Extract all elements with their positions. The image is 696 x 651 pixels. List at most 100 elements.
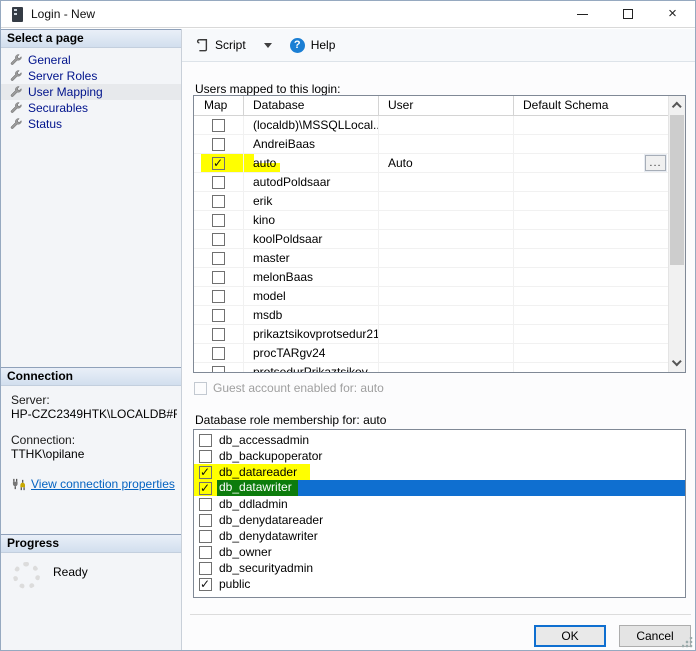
map-checkbox[interactable]	[212, 309, 225, 322]
sidebar-item-label: User Mapping	[28, 85, 103, 99]
user-cell	[379, 173, 514, 191]
column-header-map[interactable]: Map	[194, 96, 244, 115]
role-item-db_securityadmin[interactable]: db_securityadmin	[194, 560, 685, 576]
role-checkbox[interactable]	[199, 450, 212, 463]
scroll-down-button[interactable]	[669, 355, 685, 372]
connection-header: Connection	[1, 367, 181, 386]
resize-grip[interactable]	[682, 637, 693, 648]
role-checkbox[interactable]	[199, 546, 212, 559]
sidebar-item-server-roles[interactable]: Server Roles	[1, 68, 181, 84]
map-checkbox[interactable]	[212, 328, 225, 341]
role-checkbox[interactable]	[199, 482, 212, 495]
minimize-icon	[577, 14, 588, 15]
map-checkbox[interactable]	[212, 290, 225, 303]
browse-button[interactable]: ...	[645, 155, 666, 171]
sidebar-item-general[interactable]: General	[1, 52, 181, 68]
user-cell	[379, 211, 514, 229]
sidebar-item-status[interactable]: Status	[1, 116, 181, 132]
table-row[interactable]: procTARgv24	[194, 344, 668, 363]
table-row[interactable]: master	[194, 249, 668, 268]
role-item-public[interactable]: public	[194, 576, 685, 592]
window-title: Login - New	[31, 7, 95, 21]
user-cell	[379, 306, 514, 324]
connection-properties-icon	[11, 478, 26, 491]
role-checkbox[interactable]	[199, 466, 212, 479]
table-row[interactable]: koolPoldsaar	[194, 230, 668, 249]
table-row[interactable]: melonBaas	[194, 268, 668, 287]
role-item-db_denydatawriter[interactable]: db_denydatawriter	[194, 528, 685, 544]
table-row[interactable]: (localdb)\MSSQLLocal...	[194, 116, 668, 135]
main-pane: Script ? Help Users mapped to this login…	[181, 29, 695, 650]
help-button[interactable]: ? Help	[286, 35, 340, 56]
scroll-up-button[interactable]	[669, 96, 685, 113]
user-mapping-table: Map Database User Default Schema (locald…	[193, 95, 686, 373]
table-row[interactable]: protsedurPrikaztsikov	[194, 363, 668, 372]
table-body: (localdb)\MSSQLLocal... AndreiBaas auto …	[194, 116, 668, 372]
column-header-database[interactable]: Database	[244, 96, 379, 115]
progress-status: Ready	[53, 565, 88, 579]
column-header-user[interactable]: User	[379, 96, 514, 115]
role-item-db_denydatareader[interactable]: db_denydatareader	[194, 512, 685, 528]
table-scrollbar[interactable]	[668, 96, 685, 372]
close-button[interactable]: ×	[650, 1, 695, 27]
column-header-default-schema[interactable]: Default Schema	[514, 96, 668, 115]
table-row[interactable]: model	[194, 287, 668, 306]
role-item-db_backupoperator[interactable]: db_backupoperator	[194, 448, 685, 464]
table-row[interactable]: prikaztsikovprotsedur213	[194, 325, 668, 344]
user-cell: Auto	[379, 154, 514, 172]
role-item-db_owner[interactable]: db_owner	[194, 544, 685, 560]
cancel-button[interactable]: Cancel	[619, 625, 691, 647]
map-checkbox[interactable]	[212, 347, 225, 360]
map-checkbox[interactable]	[212, 271, 225, 284]
default-schema-cell	[514, 325, 668, 343]
map-checkbox[interactable]	[212, 176, 225, 189]
map-checkbox[interactable]	[212, 119, 225, 132]
role-checkbox[interactable]	[199, 562, 212, 575]
role-checkbox[interactable]	[199, 514, 212, 527]
map-checkbox[interactable]	[212, 233, 225, 246]
scrollbar-thumb[interactable]	[670, 115, 684, 265]
script-label: Script	[215, 38, 246, 52]
footer-divider	[190, 614, 691, 615]
table-row[interactable]: erik	[194, 192, 668, 211]
map-checkbox[interactable]	[212, 195, 225, 208]
script-dropdown-button[interactable]	[254, 40, 282, 51]
guest-account-checkbox	[194, 382, 207, 395]
role-item-db_datawriter[interactable]: db_datawriter	[194, 480, 685, 496]
map-checkbox[interactable]	[212, 157, 225, 170]
table-row[interactable]: auto Auto ...	[194, 154, 668, 173]
ok-button[interactable]: OK	[534, 625, 606, 647]
role-label: db_accessadmin	[219, 433, 309, 448]
user-cell	[379, 230, 514, 248]
role-checkbox[interactable]	[199, 530, 212, 543]
role-item-db_datareader[interactable]: db_datareader	[194, 464, 685, 480]
map-checkbox[interactable]	[212, 138, 225, 151]
chevron-down-icon	[671, 356, 681, 366]
users-mapped-label: Users mapped to this login:	[195, 82, 340, 96]
help-label: Help	[311, 38, 336, 52]
default-schema-cell: ...	[514, 154, 668, 172]
role-checkbox[interactable]	[199, 578, 212, 591]
select-a-page-section: Select a page General Server Roles User …	[1, 29, 181, 367]
default-schema-cell	[514, 135, 668, 153]
map-checkbox[interactable]	[212, 366, 225, 373]
sidebar-item-user-mapping[interactable]: User Mapping	[1, 84, 181, 100]
table-row[interactable]: AndreiBaas	[194, 135, 668, 154]
sidebar-item-label: General	[28, 53, 71, 67]
toolbar: Script ? Help	[182, 29, 695, 62]
minimize-button[interactable]	[560, 1, 605, 27]
role-label: db_ddladmin	[219, 497, 288, 512]
table-row[interactable]: msdb	[194, 306, 668, 325]
sidebar-item-securables[interactable]: Securables	[1, 100, 181, 116]
view-connection-properties-link[interactable]: View connection properties	[31, 477, 175, 491]
role-item-db_accessadmin[interactable]: db_accessadmin	[194, 432, 685, 448]
table-row[interactable]: autodPoldsaar	[194, 173, 668, 192]
script-button[interactable]: Script	[191, 35, 250, 55]
role-item-db_ddladmin[interactable]: db_ddladmin	[194, 496, 685, 512]
role-checkbox[interactable]	[199, 434, 212, 447]
map-checkbox[interactable]	[212, 214, 225, 227]
maximize-button[interactable]	[605, 1, 650, 27]
table-row[interactable]: kino	[194, 211, 668, 230]
map-checkbox[interactable]	[212, 252, 225, 265]
role-checkbox[interactable]	[199, 498, 212, 511]
